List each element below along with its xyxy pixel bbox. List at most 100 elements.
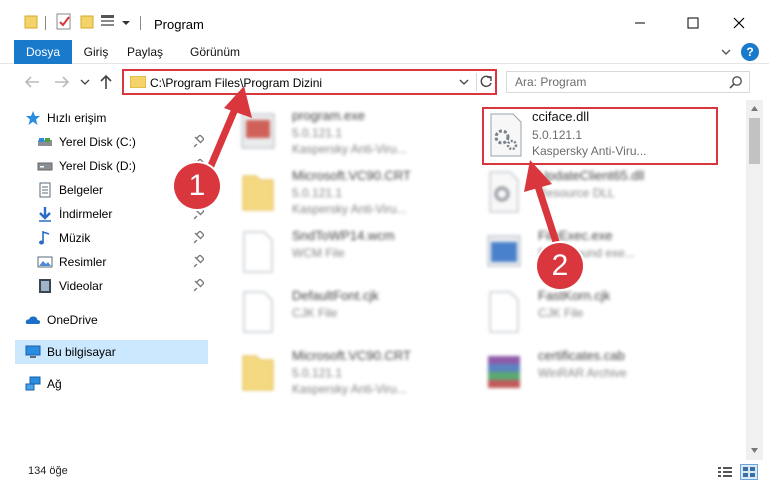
- address-bar[interactable]: C:\Program Files\Program Dizini: [122, 69, 497, 95]
- file-type: Resource DLL: [538, 186, 615, 200]
- arrow-right-icon: [55, 76, 70, 88]
- recent-locations-button[interactable]: [78, 72, 92, 92]
- forward-button[interactable]: [52, 72, 72, 92]
- up-button[interactable]: [96, 72, 116, 92]
- pin-icon[interactable]: [192, 135, 204, 149]
- sidebar-item-videos[interactable]: Videolar: [15, 274, 208, 298]
- new-folder-icon[interactable]: [80, 13, 94, 31]
- file-item[interactable]: SndToWP14.wcm WCM File: [232, 224, 472, 280]
- file-name: UpdateClient65.dll: [538, 168, 645, 183]
- sidebar-item-downloads[interactable]: İndirmeler: [15, 202, 208, 226]
- sidebar-item-label: Videolar: [59, 279, 103, 293]
- file-company: Kaspersky Anti-Viru...: [292, 202, 407, 216]
- file-name: SndToWP14.wcm: [292, 228, 395, 243]
- file-item[interactable]: certificates.cab WinRAR Archive: [478, 344, 718, 400]
- properties-icon[interactable]: [56, 13, 72, 31]
- expand-ribbon-icon[interactable]: [719, 45, 733, 59]
- file-company: Kaspersky Anti-Viru...: [532, 144, 647, 158]
- item-count: 134 öğe: [28, 465, 68, 477]
- file-type: CJK File: [538, 306, 584, 320]
- sidebar-item-music[interactable]: Müzik: [15, 226, 208, 250]
- chevron-down-icon[interactable]: [120, 13, 132, 31]
- file-version: 5.0.121.1: [532, 128, 583, 142]
- music-icon: [37, 230, 53, 246]
- search-box[interactable]: [506, 71, 750, 93]
- separator: [45, 16, 46, 30]
- file-item[interactable]: FastKorn.cjk CJK File: [478, 284, 718, 340]
- file-item[interactable]: Microsoft.VC90.CRT 5.0.121.1 Kaspersky A…: [232, 344, 472, 400]
- back-button[interactable]: [22, 72, 42, 92]
- exe-file-icon: [487, 235, 521, 267]
- file-company: Kaspersky Anti-Viru...: [292, 382, 407, 396]
- file-name: FileExec.exe: [538, 228, 613, 243]
- folder-icon: [130, 76, 146, 88]
- scrollbar-thumb[interactable]: [749, 118, 760, 164]
- sidebar-item-network[interactable]: Ağ: [15, 372, 208, 396]
- download-icon: [37, 206, 53, 222]
- file-item[interactable]: program.exe 5.0.121.1 Kaspersky Anti-Vir…: [232, 104, 472, 160]
- search-input[interactable]: [515, 75, 715, 89]
- details-view-button[interactable]: [716, 464, 734, 480]
- star-icon: [25, 110, 41, 126]
- drive-icon: [37, 134, 53, 150]
- address-path[interactable]: C:\Program Files\Program Dizini: [150, 76, 322, 90]
- sidebar-item-local-disk-c[interactable]: Yerel Disk (C:): [15, 130, 208, 154]
- folder-icon[interactable]: [24, 13, 38, 31]
- file-item[interactable]: FileExec.exe Background exe...: [478, 224, 718, 280]
- sidebar-item-quick-access[interactable]: Hızlı erişim: [15, 106, 208, 130]
- customize-icon[interactable]: [100, 13, 116, 31]
- sidebar-item-onedrive[interactable]: OneDrive: [15, 308, 208, 332]
- maximize-button[interactable]: [673, 10, 713, 36]
- file-type: WCM File: [292, 246, 345, 260]
- sidebar-item-pictures[interactable]: Resimler: [15, 250, 208, 274]
- pin-icon[interactable]: [192, 255, 204, 269]
- highlighted-file[interactable]: cciface.dll 5.0.121.1 Kaspersky Anti-Vir…: [482, 107, 718, 165]
- step-badge-1: 1: [174, 163, 220, 209]
- close-button[interactable]: [719, 10, 759, 36]
- vertical-scrollbar[interactable]: [746, 100, 763, 460]
- file-name: DefaultFont.cjk: [292, 288, 379, 303]
- file-company: Kaspersky Anti-Viru...: [292, 142, 407, 156]
- sidebar-item-label: Resimler: [59, 255, 107, 269]
- exe-file-icon: [241, 113, 275, 149]
- video-icon: [37, 278, 53, 294]
- search-icon[interactable]: [729, 75, 743, 89]
- document-icon: [243, 291, 273, 333]
- folder-icon: [242, 355, 274, 391]
- file-item[interactable]: UpdateClient65.dll Resource DLL: [478, 164, 718, 220]
- tiles-view-button[interactable]: [740, 464, 758, 480]
- help-button[interactable]: ?: [741, 43, 759, 61]
- file-item[interactable]: DefaultFont.cjk CJK File: [232, 284, 472, 340]
- pin-icon[interactable]: [192, 279, 204, 293]
- document-icon: [489, 291, 519, 333]
- status-bar: 134 öğe: [0, 460, 769, 496]
- chevron-down-icon[interactable]: [458, 76, 470, 88]
- tiles-view-icon: [743, 467, 755, 477]
- sidebar-item-this-pc[interactable]: Bu bilgisayar: [15, 340, 208, 364]
- tab-home[interactable]: Giriş: [76, 40, 116, 64]
- network-icon: [25, 376, 41, 392]
- file-name: certificates.cab: [538, 348, 625, 363]
- refresh-icon[interactable]: [476, 73, 494, 91]
- file-name: Microsoft.VC90.CRT: [292, 168, 411, 183]
- sidebar-item-label: Bu bilgisayar: [47, 345, 116, 359]
- document-icon: [243, 231, 273, 273]
- tab-share[interactable]: Paylaş: [118, 40, 172, 64]
- title-bar: Program: [0, 0, 769, 40]
- file-name: Microsoft.VC90.CRT: [292, 348, 411, 363]
- navigation-pane: Hızlı erişim Yerel Disk (C:) Yerel Disk …: [0, 100, 210, 460]
- arrow-up-icon: [100, 74, 112, 89]
- file-name: cciface.dll: [532, 109, 590, 124]
- scroll-down-icon[interactable]: [750, 446, 759, 455]
- minimize-button[interactable]: [620, 10, 660, 36]
- file-item[interactable]: Microsoft.VC90.CRT 5.0.121.1 Kaspersky A…: [232, 164, 472, 220]
- pin-icon[interactable]: [192, 207, 204, 221]
- sidebar-item-label: Yerel Disk (D:): [59, 159, 136, 173]
- pin-icon[interactable]: [192, 231, 204, 245]
- sidebar-item-label: Yerel Disk (C:): [59, 135, 136, 149]
- scroll-up-icon[interactable]: [750, 104, 759, 113]
- navigation-bar: C:\Program Files\Program Dizini: [0, 64, 769, 100]
- cloud-icon: [25, 312, 41, 328]
- tab-view[interactable]: Görünüm: [184, 40, 246, 64]
- close-icon: [733, 17, 745, 29]
